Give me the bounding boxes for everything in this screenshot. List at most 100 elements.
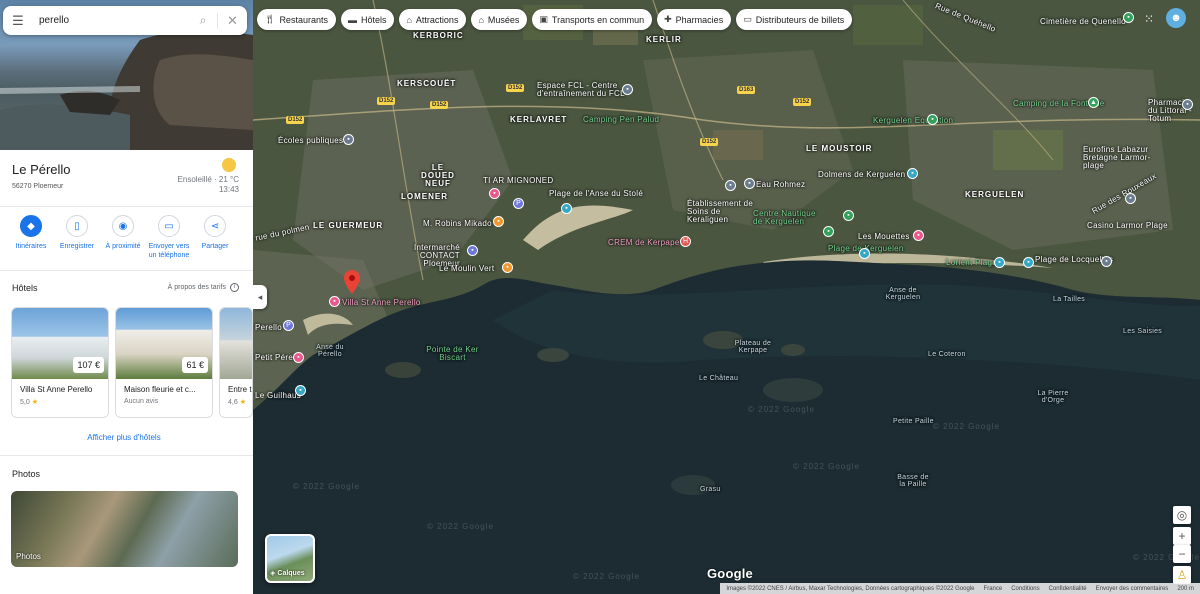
share-button[interactable]: ⋖ Partager — [192, 215, 238, 261]
map-label-le-guermeur: LE GUERMEUR — [313, 221, 384, 230]
park-poi-icon[interactable]: ▪ — [823, 226, 834, 237]
chip-pharmacies[interactable]: ✚ Pharmacies — [657, 9, 732, 30]
beach-poi-icon[interactable]: ▪ — [1023, 257, 1034, 268]
hotel-card[interactable]: Entre te 4,6 ★ — [219, 307, 253, 418]
hotel-poi-icon[interactable]: ▪ — [329, 296, 340, 307]
map-label-centre-nautique: Centre Nautique de Kerguelen — [753, 209, 816, 226]
show-more-hotels-link[interactable]: Afficher plus d'hôtels — [0, 433, 248, 442]
action-label: Partager — [201, 243, 229, 250]
lab-poi-icon[interactable]: ▪ — [1125, 193, 1136, 204]
hotel-poi-icon[interactable]: ▪ — [913, 230, 924, 241]
park-poi-icon[interactable]: ▪ — [843, 210, 854, 221]
chip-atm[interactable]: ▭ Distributeurs de billets — [736, 9, 853, 30]
road-shield: D152 — [377, 97, 396, 105]
map-label-basse-paille: Basse de la Paille — [897, 474, 929, 488]
atm-icon: ▭ — [743, 14, 752, 24]
chip-label: Distributeurs de billets — [755, 14, 845, 25]
collapse-panel-button[interactable]: ◂ — [253, 285, 267, 309]
restaurant-poi-icon[interactable]: ▪ — [502, 262, 513, 273]
rating-value: 5,0 — [20, 399, 30, 406]
hotel-card[interactable]: 61 € Maison fleurie et c... Aucun avis — [115, 307, 213, 418]
privacy-link[interactable]: Confidentialité — [1049, 586, 1087, 592]
rating-value: 4,6 — [228, 399, 238, 406]
chip-label: Hôtels — [360, 14, 387, 25]
equestrian-poi-icon[interactable]: ▪ — [927, 114, 938, 125]
beach-poi-icon[interactable]: ▪ — [561, 203, 572, 214]
place-poi-icon[interactable]: ▪ — [622, 84, 633, 95]
hotel-poi-icon[interactable]: ▪ — [293, 352, 304, 363]
map-watermark: © 2022 Google — [573, 572, 640, 581]
bookmark-icon: ▯ — [66, 215, 88, 237]
layers-button[interactable]: ◈ Calques — [265, 534, 315, 583]
nearby-icon: ◉ — [112, 215, 134, 237]
hotel-rating: Aucun avis — [124, 398, 159, 405]
map-canvas[interactable]: KERBORIC KERLIR KERSCOUËT KERLAVRET LE M… — [253, 0, 1200, 594]
chip-restaurants[interactable]: 🍴︎ Restaurants — [257, 9, 336, 30]
cemetery-poi-icon[interactable]: ▪ — [1123, 12, 1134, 23]
school-poi-icon[interactable]: ▪ — [343, 134, 354, 145]
map-watermark: © 2022 Google — [427, 522, 494, 531]
road-shield: D152 — [506, 84, 525, 92]
beach-poi-icon[interactable]: ▪ — [994, 257, 1005, 268]
chip-transit[interactable]: ▣ Transports en commun — [532, 9, 653, 30]
map-label-la-tailles: La Tailles — [1053, 296, 1086, 303]
street-view-icon[interactable]: ☻ — [1166, 8, 1186, 28]
share-icon: ⋖ — [204, 215, 226, 237]
selected-place-pin-icon[interactable] — [344, 270, 360, 294]
about-prices-link[interactable]: À propos des tarifs i — [168, 283, 239, 292]
feedback-link[interactable]: Envoyer des commentaires — [1096, 586, 1169, 592]
beach-poi-icon[interactable]: ▪ — [859, 248, 870, 259]
map-watermark: © 2022 Google — [793, 462, 860, 471]
map-label-le-coteron: Le Coteron — [928, 351, 966, 358]
zoom-in-button[interactable]: + — [1173, 527, 1191, 545]
country-link[interactable]: France — [984, 586, 1003, 592]
chip-attractions[interactable]: ⌂ Attractions — [399, 9, 467, 30]
chip-museums[interactable]: ⌂ Musées — [471, 9, 528, 30]
search-icon[interactable]: ⌕ — [189, 13, 217, 28]
map-label-le-doued-neuf: LE DOUED NEUF — [421, 163, 455, 188]
camping-poi-icon[interactable]: ▲ — [1088, 97, 1099, 108]
hotel-poi-icon[interactable]: ▪ — [489, 188, 500, 199]
map-label-kerlavret: KERLAVRET — [510, 115, 568, 124]
place-poi-icon[interactable]: ▪ — [725, 180, 736, 191]
weather-widget: Ensoleillé · 21 °C 13:43 — [178, 158, 239, 196]
map-label-anse-kerguelen: Anse de Kerguelen — [885, 287, 921, 301]
terms-link[interactable]: Conditions — [1011, 586, 1039, 592]
casino-poi-icon[interactable]: ▪ — [1101, 256, 1112, 267]
zoom-out-button[interactable]: − — [1173, 545, 1191, 563]
chip-label: Attractions — [415, 14, 459, 25]
hotel-carousel: 107 € Villa St Anne Perello 5,0 ★ 61 € M… — [11, 307, 253, 418]
dolmen-poi-icon[interactable]: ▪ — [907, 168, 918, 179]
layers-icon: ◈ — [270, 570, 276, 577]
save-button[interactable]: ▯ Enregistrer — [54, 215, 100, 261]
menu-icon[interactable]: ☰ — [3, 13, 33, 29]
map-label-lorient-plage: Lorient Plage — [946, 258, 998, 267]
attraction-icon: ⌂ — [406, 14, 412, 25]
nearby-button[interactable]: ◉ À proximité — [100, 215, 146, 261]
directions-button[interactable]: ◆ Itinéraires — [8, 215, 54, 261]
scale-bar[interactable]: 200 m — [1177, 586, 1194, 592]
restaurant-poi-icon[interactable]: ▪ — [493, 216, 504, 227]
action-buttons: ◆ Itinéraires ▯ Enregistrer ◉ À proximit… — [8, 215, 238, 261]
place-poi-icon[interactable]: ▪ — [744, 178, 755, 189]
parking-poi-icon[interactable]: P — [283, 320, 294, 331]
chip-hotels[interactable]: ▬ Hôtels — [340, 9, 395, 30]
chip-label: Restaurants — [279, 14, 328, 25]
map-label-perello: Perello — [255, 323, 283, 332]
close-icon[interactable]: ✕ — [217, 12, 247, 29]
pegman-button[interactable]: ♙ — [1173, 566, 1191, 584]
search-input[interactable] — [39, 15, 189, 26]
hotel-card[interactable]: 107 € Villa St Anne Perello 5,0 ★ — [11, 307, 109, 418]
my-location-button[interactable]: ◎ — [1173, 506, 1191, 524]
search-box[interactable]: ☰ ⌕ ✕ — [3, 6, 247, 35]
photos-thumbnail[interactable]: Photos — [11, 491, 238, 567]
send-to-phone-button[interactable]: ▭ Envoyer vers un téléphone — [146, 215, 192, 261]
place-hero-photo[interactable]: ☰ ⌕ ✕ — [0, 0, 253, 150]
parking-poi-icon[interactable]: P — [513, 198, 524, 209]
beach-poi-icon[interactable]: ▪ — [295, 385, 306, 396]
apps-grid-icon[interactable]: ⁙ — [1142, 12, 1156, 26]
supermarket-poi-icon[interactable]: ▪ — [467, 245, 478, 256]
hospital-poi-icon[interactable]: H — [680, 236, 691, 247]
pharmacy-poi-icon[interactable]: ▪ — [1182, 99, 1193, 110]
send-to-phone-icon: ▭ — [158, 215, 180, 237]
